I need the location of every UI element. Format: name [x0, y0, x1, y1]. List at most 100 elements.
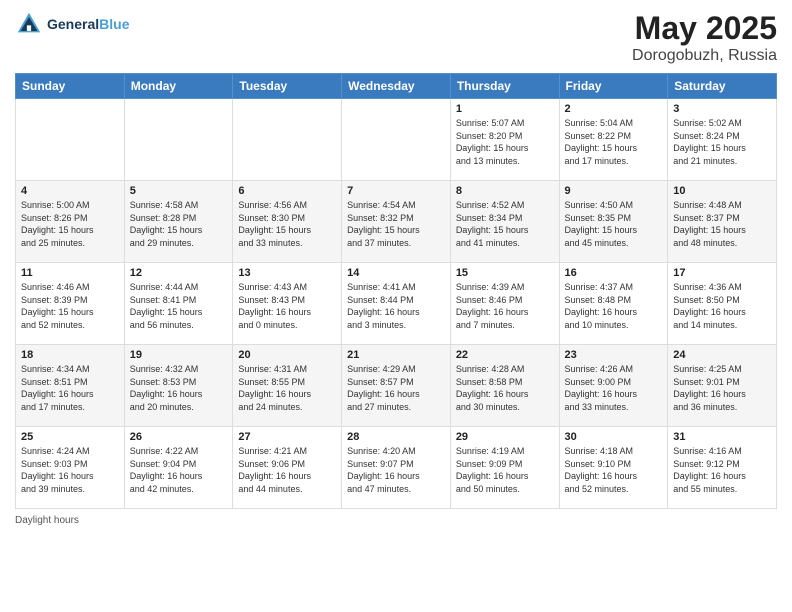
logo-text: GeneralBlue [47, 16, 129, 33]
weekday-header: Saturday [668, 74, 777, 99]
day-info: Sunrise: 4:36 AM Sunset: 8:50 PM Dayligh… [673, 281, 771, 331]
day-info: Sunrise: 4:26 AM Sunset: 9:00 PM Dayligh… [565, 363, 663, 413]
logo-icon [15, 10, 43, 38]
calendar-week-row: 1Sunrise: 5:07 AM Sunset: 8:20 PM Daylig… [16, 99, 777, 181]
calendar-cell: 24 Sunrise: 4:25 AM Sunset: 9:01 PM Dayli… [668, 345, 777, 427]
calendar-cell: 26Sunrise: 4:22 AM Sunset: 9:04 PM Dayli… [124, 427, 233, 509]
calendar-cell: 18 Sunrise: 4:34 AM Sunset: 8:51 PM Dayli… [16, 345, 125, 427]
day-info: Sunrise: 4:50 AM Sunset: 8:35 PM Dayligh… [565, 199, 663, 249]
calendar-cell: 29Sunrise: 4:19 AM Sunset: 9:09 PM Dayli… [450, 427, 559, 509]
day-info: Sunrise: 5:00 AM Sunset: 8:26 PM Dayligh… [21, 199, 119, 249]
weekday-header: Monday [124, 74, 233, 99]
calendar-cell [233, 99, 342, 181]
calendar-week-row: 4Sunrise: 5:00 AM Sunset: 8:26 PM Daylig… [16, 181, 777, 263]
calendar-cell [16, 99, 125, 181]
day-info: Sunrise: 4:37 AM Sunset: 8:48 PM Dayligh… [565, 281, 663, 331]
calendar-cell: 25Sunrise: 4:24 AM Sunset: 9:03 PM Dayli… [16, 427, 125, 509]
calendar-cell: 22Sunrise: 4:28 AM Sunset: 8:58 PM Dayli… [450, 345, 559, 427]
weekday-header: Tuesday [233, 74, 342, 99]
day-number: 13 [238, 267, 336, 279]
calendar-cell: 15 Sunrise: 4:39 AM Sunset: 8:46 PM Dayli… [450, 263, 559, 345]
day-info: Sunrise: 4:44 AM Sunset: 8:41 PM Dayligh… [130, 281, 228, 331]
calendar-cell: 3Sunrise: 5:02 AM Sunset: 8:24 PM Daylig… [668, 99, 777, 181]
footer: Daylight hours [15, 515, 777, 526]
day-number: 10 [673, 185, 771, 197]
calendar-table: SundayMondayTuesdayWednesdayThursdayFrid… [15, 73, 777, 509]
day-info: Sunrise: 4:52 AM Sunset: 8:34 PM Dayligh… [456, 199, 554, 249]
day-info: Sunrise: 4:56 AM Sunset: 8:30 PM Dayligh… [238, 199, 336, 249]
day-number: 30 [565, 431, 663, 443]
calendar-cell: 7Sunrise: 4:54 AM Sunset: 8:32 PM Daylig… [342, 181, 451, 263]
day-number: 17 [673, 267, 771, 279]
day-number: 11 [21, 267, 119, 279]
day-number: 28 [347, 431, 445, 443]
header: GeneralBlue May 2025 Dorogobuzh, Russia [15, 10, 777, 65]
day-number: 7 [347, 185, 445, 197]
calendar-cell [124, 99, 233, 181]
day-number: 15 [456, 267, 554, 279]
calendar-cell: 6 Sunrise: 4:56 AM Sunset: 8:30 PM Daylig… [233, 181, 342, 263]
day-info: Sunrise: 4:25 AM Sunset: 9:01 PM Dayligh… [673, 363, 771, 413]
subtitle: Dorogobuzh, Russia [632, 47, 777, 65]
main-title: May 2025 [632, 10, 777, 47]
day-number: 20 [238, 349, 336, 361]
calendar-cell: 20 Sunrise: 4:31 AM Sunset: 8:55 PM Dayli… [233, 345, 342, 427]
day-info: Sunrise: 4:21 AM Sunset: 9:06 PM Dayligh… [238, 445, 336, 495]
weekday-header: Wednesday [342, 74, 451, 99]
day-number: 21 [347, 349, 445, 361]
calendar-cell: 31 Sunrise: 4:16 AM Sunset: 9:12 PM Dayli… [668, 427, 777, 509]
day-number: 18 [21, 349, 119, 361]
day-number: 2 [565, 103, 663, 115]
logo: GeneralBlue [15, 10, 129, 38]
calendar-cell: 23Sunrise: 4:26 AM Sunset: 9:00 PM Dayli… [559, 345, 668, 427]
day-number: 14 [347, 267, 445, 279]
calendar-cell: 5 Sunrise: 4:58 AM Sunset: 8:28 PM Daylig… [124, 181, 233, 263]
day-info: Sunrise: 4:48 AM Sunset: 8:37 PM Dayligh… [673, 199, 771, 249]
calendar-cell: 27 Sunrise: 4:21 AM Sunset: 9:06 PM Dayli… [233, 427, 342, 509]
day-number: 9 [565, 185, 663, 197]
page: GeneralBlue May 2025 Dorogobuzh, Russia … [0, 0, 792, 612]
day-info: Sunrise: 4:22 AM Sunset: 9:04 PM Dayligh… [130, 445, 228, 495]
day-number: 6 [238, 185, 336, 197]
day-number: 29 [456, 431, 554, 443]
calendar-cell: 11 Sunrise: 4:46 AM Sunset: 8:39 PM Dayli… [16, 263, 125, 345]
day-info: Sunrise: 4:29 AM Sunset: 8:57 PM Dayligh… [347, 363, 445, 413]
day-number: 27 [238, 431, 336, 443]
calendar-cell: 12 Sunrise: 4:44 AM Sunset: 8:41 PM Dayli… [124, 263, 233, 345]
calendar-cell: 30 Sunrise: 4:18 AM Sunset: 9:10 PM Dayli… [559, 427, 668, 509]
calendar-cell: 21 Sunrise: 4:29 AM Sunset: 8:57 PM Dayli… [342, 345, 451, 427]
day-number: 8 [456, 185, 554, 197]
calendar-cell: 10 Sunrise: 4:48 AM Sunset: 8:37 PM Dayli… [668, 181, 777, 263]
day-number: 16 [565, 267, 663, 279]
day-number: 5 [130, 185, 228, 197]
day-info: Sunrise: 4:31 AM Sunset: 8:55 PM Dayligh… [238, 363, 336, 413]
calendar-cell: 28 Sunrise: 4:20 AM Sunset: 9:07 PM Dayli… [342, 427, 451, 509]
calendar-cell: 16 Sunrise: 4:37 AM Sunset: 8:48 PM Dayli… [559, 263, 668, 345]
weekday-header: Friday [559, 74, 668, 99]
day-number: 12 [130, 267, 228, 279]
day-info: Sunrise: 4:16 AM Sunset: 9:12 PM Dayligh… [673, 445, 771, 495]
day-info: Sunrise: 4:58 AM Sunset: 8:28 PM Dayligh… [130, 199, 228, 249]
calendar-cell: 1Sunrise: 5:07 AM Sunset: 8:20 PM Daylig… [450, 99, 559, 181]
day-info: Sunrise: 4:28 AM Sunset: 8:58 PM Dayligh… [456, 363, 554, 413]
day-number: 19 [130, 349, 228, 361]
day-info: Sunrise: 4:39 AM Sunset: 8:46 PM Dayligh… [456, 281, 554, 331]
calendar-cell: 4Sunrise: 5:00 AM Sunset: 8:26 PM Daylig… [16, 181, 125, 263]
day-number: 24 [673, 349, 771, 361]
day-info: Sunrise: 5:04 AM Sunset: 8:22 PM Dayligh… [565, 117, 663, 167]
day-info: Sunrise: 4:24 AM Sunset: 9:03 PM Dayligh… [21, 445, 119, 495]
day-info: Sunrise: 4:34 AM Sunset: 8:51 PM Dayligh… [21, 363, 119, 413]
day-info: Sunrise: 4:43 AM Sunset: 8:43 PM Dayligh… [238, 281, 336, 331]
day-info: Sunrise: 4:46 AM Sunset: 8:39 PM Dayligh… [21, 281, 119, 331]
title-block: May 2025 Dorogobuzh, Russia [632, 10, 777, 65]
calendar-week-row: 18 Sunrise: 4:34 AM Sunset: 8:51 PM Dayli… [16, 345, 777, 427]
calendar-cell [342, 99, 451, 181]
day-number: 31 [673, 431, 771, 443]
day-info: Sunrise: 4:20 AM Sunset: 9:07 PM Dayligh… [347, 445, 445, 495]
day-info: Sunrise: 4:41 AM Sunset: 8:44 PM Dayligh… [347, 281, 445, 331]
calendar-cell: 13 Sunrise: 4:43 AM Sunset: 8:43 PM Dayli… [233, 263, 342, 345]
day-info: Sunrise: 4:18 AM Sunset: 9:10 PM Dayligh… [565, 445, 663, 495]
calendar-week-row: 11 Sunrise: 4:46 AM Sunset: 8:39 PM Dayli… [16, 263, 777, 345]
calendar-cell: 9 Sunrise: 4:50 AM Sunset: 8:35 PM Daylig… [559, 181, 668, 263]
calendar-cell: 14 Sunrise: 4:41 AM Sunset: 8:44 PM Dayli… [342, 263, 451, 345]
